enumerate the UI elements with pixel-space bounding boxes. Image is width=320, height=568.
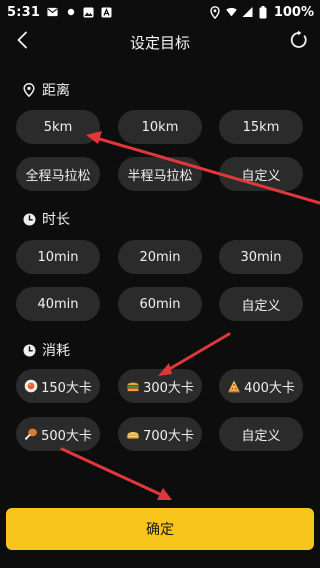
calories-option-150[interactable]: 150大卡	[16, 369, 100, 403]
section-label: 消耗	[42, 343, 70, 359]
refresh-icon	[289, 30, 309, 54]
dot-icon	[65, 7, 76, 18]
calories-option-label: 自定义	[241, 428, 281, 444]
section-calories-title: 消耗	[22, 340, 70, 360]
calories-option-300[interactable]: 300大卡	[118, 369, 202, 403]
header: 设定目标	[0, 24, 320, 60]
calories-option-label: 150大卡	[41, 380, 92, 396]
calories-option-custom[interactable]: 自定义	[219, 417, 303, 451]
drumstick-icon	[24, 427, 38, 441]
burger-icon	[126, 379, 140, 393]
clock-icon	[22, 212, 36, 226]
location-icon	[210, 5, 221, 19]
mail-icon	[47, 7, 58, 18]
clock-icon	[22, 343, 36, 357]
distance-option-custom[interactable]: 自定义	[219, 157, 303, 191]
status-left: 5:31	[7, 5, 112, 20]
duration-option-10min[interactable]: 10min	[16, 240, 100, 274]
reset-button[interactable]	[286, 29, 312, 55]
section-duration-title: 时长	[22, 209, 70, 229]
calories-option-700[interactable]: 700大卡	[118, 417, 202, 451]
duration-option-custom[interactable]: 自定义	[219, 287, 303, 321]
wifi-icon	[226, 7, 237, 18]
status-bar: 5:31 100%	[0, 0, 320, 24]
calories-option-label: 500大卡	[41, 428, 92, 444]
status-time: 5:31	[7, 4, 41, 20]
status-right: 100%	[210, 5, 314, 20]
text-app-icon	[101, 7, 112, 18]
section-label: 距离	[42, 83, 70, 99]
egg-icon	[24, 379, 38, 393]
distance-option-full-marathon[interactable]: 全程马拉松	[16, 157, 100, 191]
duration-option-20min[interactable]: 20min	[118, 240, 202, 274]
duration-option-40min[interactable]: 40min	[16, 287, 100, 321]
duration-option-30min[interactable]: 30min	[219, 240, 303, 274]
distance-option-15km[interactable]: 15km	[219, 110, 303, 144]
calories-option-label: 400大卡	[244, 380, 295, 396]
photo-icon	[83, 7, 94, 18]
confirm-button[interactable]: 确定	[6, 508, 314, 550]
pizza-icon	[227, 379, 241, 393]
distance-option-10km[interactable]: 10km	[118, 110, 202, 144]
section-label: 时长	[42, 212, 70, 228]
signal-icon	[242, 6, 253, 18]
calories-option-label: 700大卡	[143, 428, 194, 444]
distance-option-half-marathon[interactable]: 半程马拉松	[118, 157, 202, 191]
battery-percent: 100%	[273, 4, 314, 20]
calories-option-500[interactable]: 500大卡	[16, 417, 100, 451]
duration-option-60min[interactable]: 60min	[118, 287, 202, 321]
cake-icon	[126, 427, 140, 441]
calories-option-label: 300大卡	[143, 380, 194, 396]
location-pin-icon	[22, 83, 36, 97]
calories-option-400[interactable]: 400大卡	[219, 369, 303, 403]
battery-icon	[258, 5, 269, 18]
distance-option-5km[interactable]: 5km	[16, 110, 100, 144]
page-title: 设定目标	[129, 34, 190, 52]
section-distance-title: 距离	[22, 80, 70, 100]
